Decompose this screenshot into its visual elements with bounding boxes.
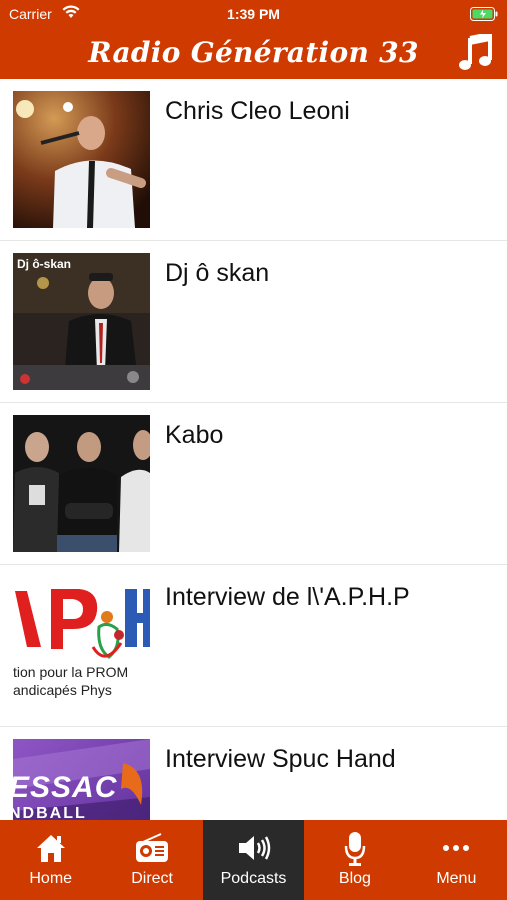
status-time: 1:39 PM bbox=[227, 6, 280, 22]
podcast-row[interactable]: Dj ô-skan Dj ô skan bbox=[0, 241, 507, 403]
battery-icon bbox=[470, 7, 498, 21]
app-header: Radio Génération 33 bbox=[0, 30, 507, 79]
thumbnail-text: tion pour la PROM bbox=[13, 664, 129, 680]
tab-home[interactable]: Home bbox=[0, 820, 101, 900]
podcast-thumbnail: Dj ô-skan bbox=[13, 253, 150, 390]
podcast-title: Interview de l\'A.P.H.P bbox=[165, 583, 410, 611]
tab-label: Blog bbox=[338, 870, 371, 887]
tab-label: Home bbox=[29, 870, 73, 887]
podcast-row[interactable]: Kabo bbox=[0, 403, 507, 565]
podcast-title: Interview Spuc Hand bbox=[165, 745, 396, 773]
tab-podcasts[interactable]: Podcasts bbox=[202, 820, 305, 900]
podcast-title: Kabo bbox=[165, 421, 224, 449]
podcast-row[interactable]: Chris Cleo Leoni bbox=[0, 79, 507, 241]
app-title: Radio Génération 33 bbox=[88, 36, 419, 69]
speaker-icon bbox=[238, 836, 270, 860]
podcast-row[interactable]: tion pour la PROM andicapés Phys Intervi… bbox=[0, 565, 507, 727]
thumbnail-caption: Dj ô-skan bbox=[17, 257, 72, 271]
home-icon bbox=[36, 835, 65, 862]
radio-icon bbox=[136, 833, 169, 862]
podcast-thumbnail bbox=[13, 91, 150, 228]
more-dots-icon bbox=[443, 845, 470, 851]
tab-menu[interactable]: Menu bbox=[406, 820, 507, 900]
status-bar: Carrier 1:39 PM bbox=[0, 0, 507, 30]
podcast-row[interactable]: ESSAC NDBALL Interview Spuc Hand bbox=[0, 727, 507, 820]
podcast-title: Dj ô skan bbox=[165, 259, 270, 287]
music-note-icon[interactable] bbox=[459, 34, 493, 72]
thumbnail-text: andicapés Phys bbox=[13, 682, 112, 698]
thumbnail-text: ESSAC bbox=[13, 771, 118, 804]
tab-label: Direct bbox=[131, 870, 173, 887]
tab-label: Menu bbox=[436, 870, 477, 887]
microphone-icon bbox=[344, 832, 366, 866]
podcast-thumbnail: tion pour la PROM andicapés Phys bbox=[13, 577, 150, 714]
podcast-list: Chris Cleo Leoni Dj ô-skan Dj ô skan Kab… bbox=[0, 79, 507, 820]
podcast-title: Chris Cleo Leoni bbox=[165, 97, 350, 125]
thumbnail-text: NDBALL bbox=[13, 805, 87, 820]
podcast-thumbnail bbox=[13, 415, 150, 552]
podcast-thumbnail: ESSAC NDBALL bbox=[13, 739, 150, 820]
tab-bar: Home Direct Podcasts Blog Menu bbox=[0, 820, 507, 900]
tab-label: Podcasts bbox=[220, 870, 287, 887]
tab-direct[interactable]: Direct bbox=[101, 820, 202, 900]
tab-blog[interactable]: Blog bbox=[304, 820, 405, 900]
